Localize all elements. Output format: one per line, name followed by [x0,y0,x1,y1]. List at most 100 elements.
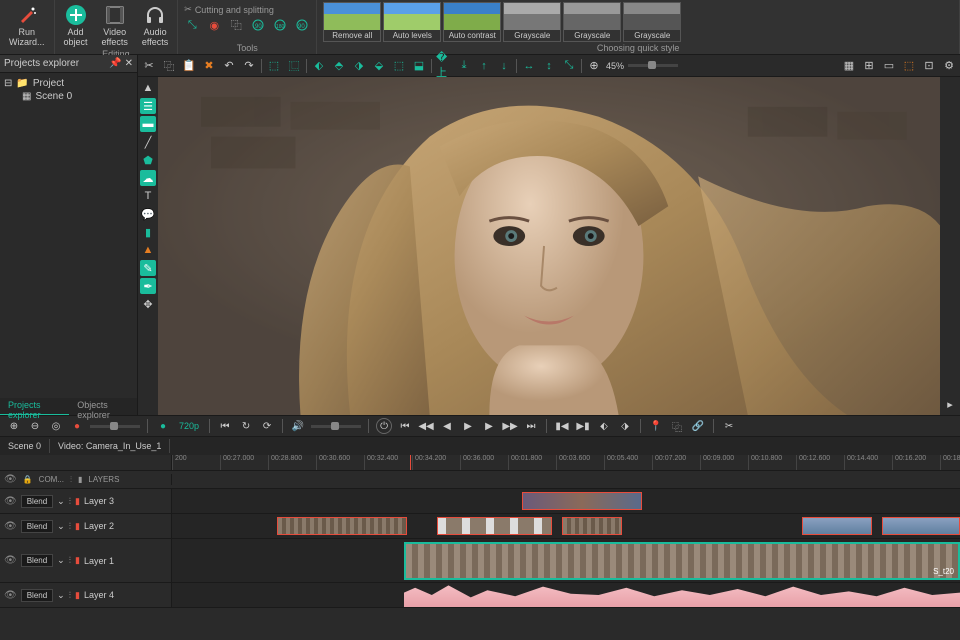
tree-scene-0[interactable]: ▦Scene 0 [4,90,133,103]
prev-cut-icon[interactable]: ⏮ [217,418,233,434]
track-body[interactable] [172,583,960,607]
target-icon[interactable]: ⊕ [586,58,602,74]
loop-icon[interactable]: ↻ [238,418,254,434]
volume-icon[interactable]: 🔊 [290,418,306,434]
layer-name[interactable]: Layer 3 [84,496,114,506]
layer-name[interactable]: Layer 1 [84,556,114,566]
video-effects-button[interactable]: Video effects [99,2,131,49]
rewind-icon[interactable]: ◀◀ [418,418,434,434]
zoom-value[interactable]: 45% [606,61,624,71]
wave-icon[interactable]: ⫶ [69,555,71,566]
run-wizard-button[interactable]: Run Wizard... [6,2,48,49]
align-top-icon[interactable]: ⬙ [371,58,387,74]
volume-slider[interactable] [311,425,361,428]
height-icon[interactable]: ↕ [541,58,557,74]
style-grayscale-2[interactable]: Grayscale [563,2,621,42]
layer-name[interactable]: Layer 2 [84,521,114,531]
brush-tool-icon[interactable]: ✎ [140,260,156,276]
chart-tool-icon[interactable]: ▮ [140,224,156,240]
eye-icon[interactable]: 👁 [4,474,17,485]
style-grayscale-3[interactable]: Grayscale [623,2,681,42]
tab-objects-explorer[interactable]: Objects explorer [69,398,137,415]
arrow-down-icon[interactable]: ↓ [496,58,512,74]
chevron-down-icon[interactable]: ⌄ [57,555,65,566]
align-center-h-icon[interactable]: ⬘ [331,58,347,74]
marker-left-icon[interactable]: ▮◀ [554,418,570,434]
eye-icon[interactable]: 👁 [4,590,17,601]
track-body[interactable]: S_t20 [172,539,960,582]
minus-icon[interactable]: ⊖ [27,418,43,434]
zoom-slider[interactable] [628,64,678,67]
eye-icon[interactable]: 👁 [4,496,17,507]
layer-name[interactable]: Layer 4 [84,590,114,600]
move-tool-icon[interactable]: ✥ [140,296,156,312]
blend-mode[interactable]: Blend [21,589,53,602]
style-auto-levels[interactable]: Auto levels [383,2,441,42]
pen-tool-icon[interactable]: ✒ [140,278,156,294]
track-body[interactable] [172,489,960,513]
send-back-icon[interactable]: ⤓ [456,58,472,74]
pointer-icon[interactable]: ▲ [140,80,156,96]
layers-tool-icon[interactable]: ☰ [140,98,156,114]
line-tool-icon[interactable]: ╱ [140,134,156,150]
wave-icon[interactable]: ⫶ [70,475,72,485]
scissors-tl-icon[interactable]: ✂ [721,418,737,434]
bring-front-icon[interactable]: �上 [436,58,452,74]
copy-icon[interactable]: ⿻ [161,58,177,74]
paste-icon[interactable]: 📋 [181,58,197,74]
group-icon[interactable]: ⿺ [286,58,302,74]
wave-icon[interactable]: ⫶ [69,521,71,532]
power-icon[interactable]: ⏻ [376,418,392,434]
align-right-icon[interactable]: ⬗ [351,58,367,74]
eye-icon[interactable]: 👁 [4,521,17,532]
tab-video-camera[interactable]: Video: Camera_In_Use_1 [50,439,170,453]
audio-waveform[interactable] [404,583,960,607]
blend-mode[interactable]: Blend [21,554,53,567]
blob-tool-icon[interactable]: ☁ [140,170,156,186]
snap-icon[interactable]: ⊡ [921,58,937,74]
plus-icon[interactable]: ⊕ [6,418,22,434]
preview-area[interactable] [158,77,940,415]
skip-end-icon[interactable]: ⏭ [523,418,539,434]
playhead[interactable] [410,455,411,470]
wave-icon[interactable]: ⫶ [69,496,71,507]
size-icon[interactable]: ⤡ [561,58,577,74]
style-auto-contrast[interactable]: Auto contrast [443,2,501,42]
eyedropper-icon[interactable]: ⤡ [184,17,200,33]
fast-fwd-icon[interactable]: ▶▶ [502,418,518,434]
text-tool-icon[interactable]: T [140,188,156,204]
crop-icon[interactable]: ⿻ [228,17,244,33]
shape-tool-icon[interactable]: ⬟ [140,152,156,168]
chat-tool-icon[interactable]: 💬 [140,206,156,222]
align-bottom-icon[interactable]: ⬓ [411,58,427,74]
chevron-down-icon[interactable]: ⌄ [57,496,65,507]
add-object-button[interactable]: Add object [61,2,91,49]
layout-icon[interactable]: ▦ [841,58,857,74]
width-icon[interactable]: ↔ [521,58,537,74]
crop-tl-icon[interactable]: ⿻ [669,418,685,434]
blend-mode[interactable]: Blend [21,520,53,533]
close-icon[interactable]: ✕ [125,58,133,69]
align-center-v-icon[interactable]: ⬚ [391,58,407,74]
bucket-icon[interactable]: ◉ [206,17,222,33]
user-tool-icon[interactable]: ▲ [140,242,156,258]
tab-scene-0[interactable]: Scene 0 [0,439,50,453]
link-icon[interactable]: 🔗 [690,418,706,434]
eye-icon[interactable]: 👁 [4,555,17,566]
track-body[interactable] [172,514,960,538]
pin-marker-icon[interactable]: 📍 [648,418,664,434]
chevron-down-icon[interactable]: ⌄ [57,590,65,601]
fit-icon[interactable]: ◎ [48,418,64,434]
audio-effects-button[interactable]: Audio effects [139,2,171,49]
chevron-down-icon[interactable]: ⌄ [57,521,65,532]
lock-icon[interactable]: 🔒 [23,475,33,484]
redo-icon[interactable]: ↷ [241,58,257,74]
rotate-270-icon[interactable]: 90 [294,17,310,33]
timeline-ruler[interactable]: 20000:27.00000:28.80000:30.60000:32.4000… [172,455,960,470]
cut-icon[interactable]: ✂ [141,58,157,74]
bounds-icon[interactable]: ⬚ [901,58,917,74]
pin-icon[interactable]: 📌 [109,58,121,69]
scroll-right[interactable]: ▸ [940,77,960,415]
split-right-icon[interactable]: ⬗ [617,418,633,434]
tab-projects-explorer[interactable]: Projects explorer [0,398,69,415]
